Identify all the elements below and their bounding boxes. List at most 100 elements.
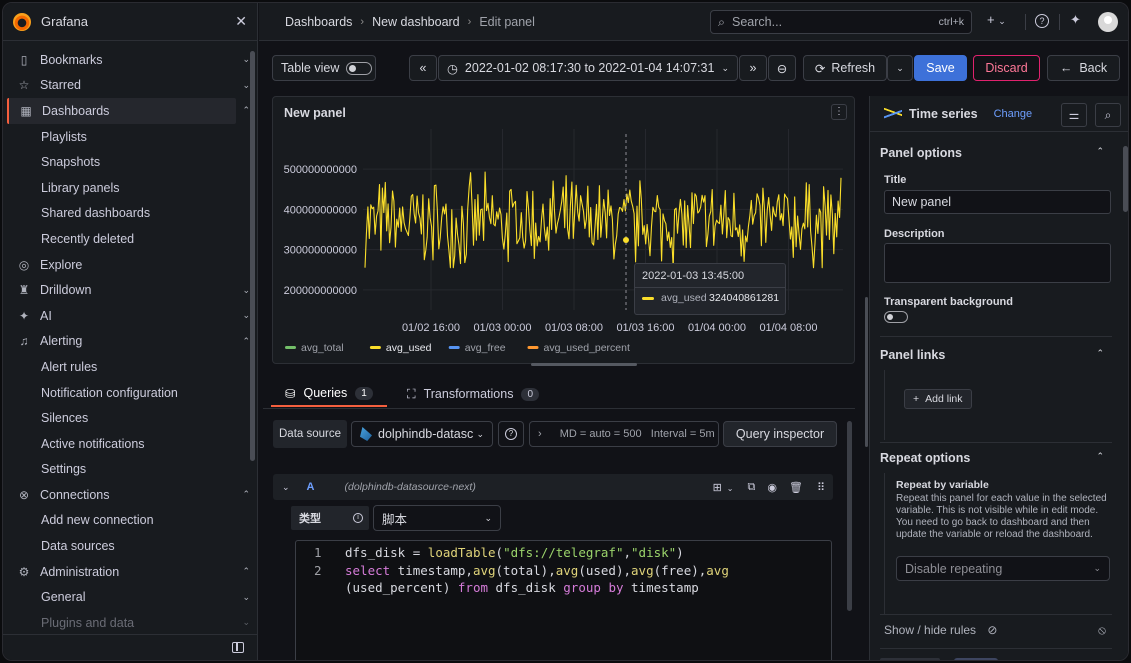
chevron-up-icon[interactable]: ⌃	[242, 566, 250, 577]
time-shift-forward-button[interactable]: »	[739, 55, 767, 81]
title-input[interactable]: New panel	[884, 190, 1111, 214]
book-icon[interactable]: ⊞ ⌄	[713, 481, 734, 494]
sidebar-item-explore[interactable]: ◎ Explore	[3, 252, 258, 278]
sidebar-item-notification-configuration[interactable]: Notification configuration	[3, 380, 258, 406]
chevron-down-icon[interactable]: ⌄	[242, 310, 250, 321]
sidebar-item-alert-rules[interactable]: Alert rules	[3, 354, 258, 380]
panel-scrollbar[interactable]	[531, 363, 637, 366]
legend-entry[interactable]: avg_used_percent	[544, 342, 630, 354]
back-button[interactable]: ← Back	[1047, 55, 1120, 81]
sidebar-item-plugins-and-data[interactable]: Plugins and data ⌄	[3, 610, 258, 636]
time-range-picker[interactable]: ◷ 2022-01-02 08:17:30 to 2022-01-04 14:0…	[438, 55, 738, 81]
sidebar-item-bookmarks[interactable]: ▯ Bookmarks ⌄	[3, 47, 258, 73]
time-shift-back-button[interactable]: «	[409, 55, 437, 81]
sidebar-item-recently-deleted[interactable]: Recently deleted	[3, 226, 258, 252]
breadcrumb-new-dashboard[interactable]: New dashboard	[372, 15, 460, 29]
code-editor[interactable]: 1 2 dfs_disk = loadTable("dfs://telegraf…	[295, 540, 832, 660]
options-filter-button[interactable]: ⚌	[1061, 103, 1087, 127]
search-input[interactable]: ⌕ Search... ctrl+k	[710, 10, 972, 34]
sidebar-item-administration[interactable]: ⚙ Administration ⌃	[3, 559, 258, 585]
ban-icon[interactable]: ⦸	[1098, 623, 1106, 638]
chevron-down-icon: ⌄	[896, 62, 904, 73]
sidebar-item-dashboards[interactable]: ▦ Dashboards ⌃	[7, 98, 250, 124]
sidebar-item-data-sources[interactable]: Data sources	[3, 533, 258, 559]
options-scrollbar[interactable]	[1123, 146, 1128, 212]
sidebar-item-starred[interactable]: ☆ Starred ⌄	[3, 73, 258, 99]
discard-button[interactable]: Discard	[973, 55, 1040, 81]
sidebar-item-alerting[interactable]: ♫ Alerting ⌃	[3, 329, 258, 355]
legend-entry[interactable]: avg_total	[301, 342, 344, 354]
sidebar-item-add-new-connection[interactable]: Add new connection	[3, 508, 258, 534]
datasource-help-button[interactable]: ?	[498, 421, 525, 447]
table-view-toggle[interactable]: Table view	[272, 55, 376, 81]
trash-icon[interactable]: 🗑	[789, 481, 803, 494]
refresh-interval-dropdown[interactable]: ⌄	[887, 55, 913, 81]
sidebar-item-ai[interactable]: ✦ AI ⌄	[3, 303, 258, 329]
chevron-up-icon[interactable]: ⌃	[242, 105, 250, 116]
query-row-header[interactable]: ⌄ A (dolphindb-datasource-next) ⊞ ⌄ ⧉ ◉ 🗑…	[273, 474, 833, 500]
avatar[interactable]	[1098, 12, 1118, 32]
query-inspector-button[interactable]: Query inspector	[723, 421, 838, 447]
sidebar-item-label: Administration	[40, 564, 120, 579]
split-pane-handle[interactable]	[865, 297, 868, 447]
sidebar-item-playlists[interactable]: Playlists	[3, 124, 258, 150]
tab-queries[interactable]: ⛁ Queries 1	[271, 381, 387, 407]
series-line-avg-used[interactable]	[364, 171, 842, 269]
sidebar-item-connections[interactable]: ⊗ Connections ⌃	[3, 482, 258, 508]
sidebar-item-silences[interactable]: Silences	[3, 405, 258, 431]
transparent-toggle[interactable]	[884, 311, 908, 323]
tab-transformations[interactable]: ⛶ Transformations 0	[393, 381, 553, 407]
repeat-variable-select[interactable]: Disable repeating ⌄	[896, 556, 1110, 581]
sidebar-item-settings[interactable]: Settings	[3, 457, 258, 483]
legend-entry[interactable]: avg_used	[386, 342, 432, 354]
sidebar-footer	[3, 634, 258, 660]
help-icon[interactable]: ?	[1035, 14, 1049, 28]
chevron-down-icon[interactable]: ⌄	[242, 54, 250, 65]
close-menu-icon[interactable]: ✕	[235, 13, 247, 30]
query-scrollbar[interactable]	[847, 421, 852, 611]
chevron-down-icon[interactable]: ⌄	[242, 592, 250, 603]
y-tick-label: 300000000000	[284, 245, 357, 257]
visualization-picker: Time series Change ⚌ ⌕	[870, 96, 1128, 132]
sidebar-item-snapshots[interactable]: Snapshots	[3, 149, 258, 175]
query-options[interactable]: › MD = auto = 500 Interval = 5m	[529, 421, 720, 447]
drag-handle-icon[interactable]: ⠿	[817, 481, 825, 494]
description-textarea[interactable]	[884, 243, 1111, 283]
refresh-button[interactable]: ⟳ Refresh	[803, 55, 887, 81]
panel-options-header[interactable]: Panel options ⌃	[880, 146, 1110, 160]
sidebar-scrollbar[interactable]	[250, 51, 255, 461]
eye-icon[interactable]: ◉	[767, 481, 777, 494]
sidebar-item-drilldown[interactable]: ♜ Drilldown ⌄	[3, 277, 258, 303]
chevron-down-icon[interactable]: ⌄	[242, 80, 250, 91]
ai-assistant-icon[interactable]: ✦	[1070, 12, 1081, 28]
queries-count: 1	[355, 386, 373, 400]
tooltip: 2022-01-03 13:45:00 avg_used 32404086128…	[634, 263, 786, 315]
repeat-options-header[interactable]: Repeat options ⌃	[880, 451, 1110, 465]
time-series-chart[interactable]: 500000000000 400000000000 300000000000 2000…	[273, 97, 856, 365]
sidebar-item-active-notifications[interactable]: Active notifications	[3, 431, 258, 457]
duplicate-icon[interactable]: ⧉	[748, 481, 756, 494]
chevron-up-icon[interactable]: ⌃	[242, 489, 250, 500]
show-hide-rules[interactable]: Show / hide rules ⊘ ⦸	[884, 623, 1112, 637]
zoom-out-button[interactable]: ⊖	[768, 55, 796, 81]
sidebar-item-shared-dashboards[interactable]: Shared dashboards	[3, 201, 258, 227]
sidebar-item-library-panels[interactable]: Library panels	[3, 175, 258, 201]
save-button[interactable]: Save	[914, 55, 967, 81]
change-viz-link[interactable]: Change	[994, 108, 1033, 120]
add-new-icon[interactable]: + ⌄	[987, 12, 1006, 27]
chevron-down-icon[interactable]: ⌄	[282, 482, 290, 493]
datasource-picker[interactable]: dolphindb-datasc ⌄	[351, 421, 494, 447]
breadcrumb-edit-panel: Edit panel	[479, 14, 535, 29]
panel-links-title: Panel links	[880, 348, 946, 362]
chevron-up-icon[interactable]: ⌃	[242, 336, 250, 347]
panel-links-header[interactable]: Panel links ⌃	[880, 348, 1110, 362]
add-link-button[interactable]: + Add link	[904, 389, 972, 409]
sidebar-item-general[interactable]: General ⌄	[3, 584, 258, 610]
chevron-down-icon[interactable]: ⌄	[242, 285, 250, 296]
breadcrumb-dashboards[interactable]: Dashboards	[285, 15, 352, 29]
search-options-button[interactable]: ⌕	[1095, 103, 1121, 127]
chevron-down-icon[interactable]: ⌄	[242, 617, 250, 628]
dock-menu-icon[interactable]	[232, 642, 244, 653]
type-select[interactable]: 脚本 ⌄	[373, 505, 501, 531]
legend-entry[interactable]: avg_free	[465, 342, 506, 354]
